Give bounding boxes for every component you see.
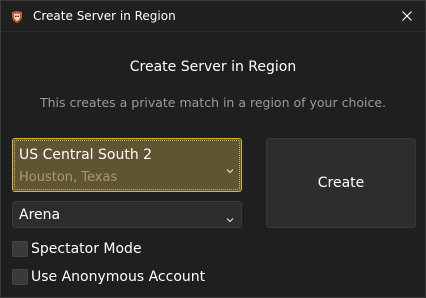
app-logo-icon <box>10 9 24 23</box>
dialog-heading: Create Server in Region <box>129 59 297 75</box>
anonymous-account-checkbox[interactable] <box>12 269 28 285</box>
create-button[interactable]: Create <box>266 138 416 228</box>
spectator-mode-option[interactable]: Spectator Mode <box>12 239 142 259</box>
dialog-subtitle: This creates a private match in a region… <box>39 95 387 110</box>
chevron-down-icon <box>225 161 235 174</box>
region-location: Houston, Texas <box>19 170 118 185</box>
region-select[interactable]: US Central South 2 Houston, Texas <box>12 138 242 192</box>
anonymous-account-label: Use Anonymous Account <box>31 269 206 285</box>
title-bar: Create Server in Region <box>1 1 425 32</box>
spectator-mode-checkbox[interactable] <box>12 241 28 257</box>
region-name: US Central South 2 <box>19 147 153 163</box>
window-title: Create Server in Region <box>33 9 176 23</box>
spectator-mode-label: Spectator Mode <box>31 241 142 257</box>
mode-value: Arena <box>19 207 61 223</box>
close-icon <box>402 11 412 21</box>
mode-select[interactable]: Arena <box>12 201 242 228</box>
dialog-window: Create Server in Region Create Server in… <box>0 0 426 298</box>
chevron-down-icon <box>225 210 235 223</box>
anonymous-account-option[interactable]: Use Anonymous Account <box>12 267 205 287</box>
close-button[interactable] <box>395 5 419 27</box>
